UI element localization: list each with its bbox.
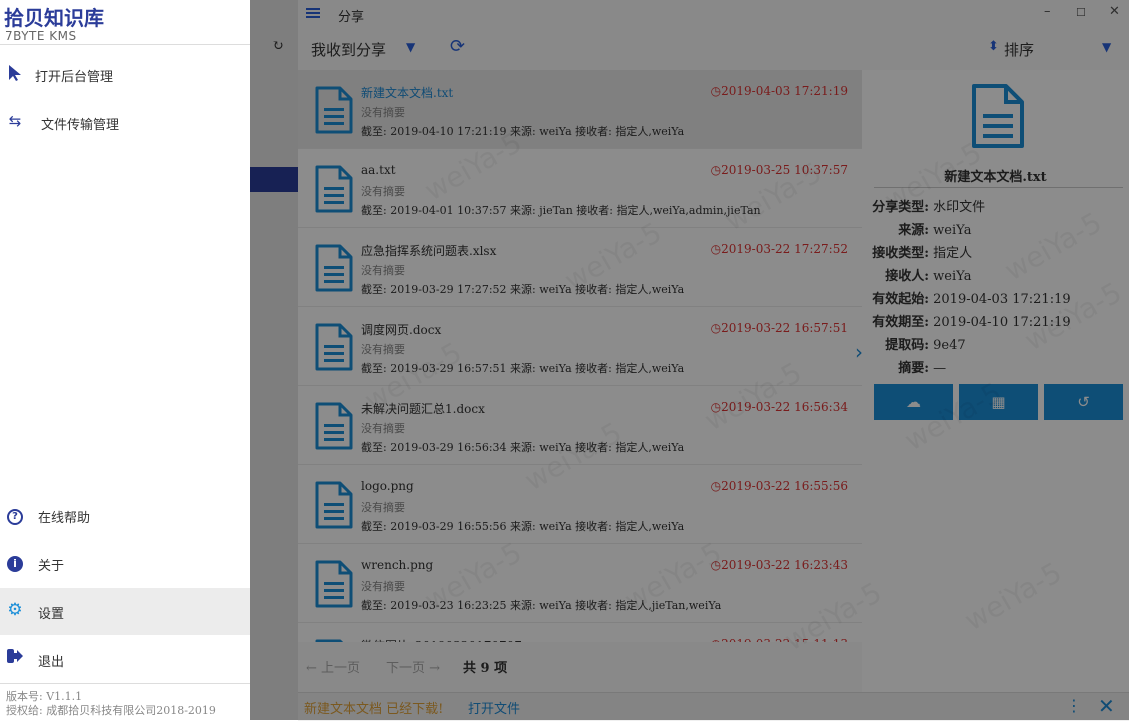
app-window: ↻ 分享 – ☐ ✕ 我收到分享 ▼ ⟳ ⬍ 排序 ▼ 新建文本文档.txt ◷2… [0, 0, 1129, 721]
drawer-item-label: 打开后台管理 [35, 70, 114, 85]
app-subtitle: 7BYTE KMS [5, 29, 77, 43]
drawer-item-about[interactable]: i 关于 [0, 540, 250, 587]
divider [0, 683, 250, 684]
drawer-item-logout[interactable]: 退出 [0, 636, 250, 683]
drawer-item-admin[interactable]: 打开后台管理 [0, 51, 250, 98]
cursor-icon [6, 64, 24, 82]
drawer-item-help[interactable]: ? 在线帮助 [0, 492, 250, 539]
drawer-item-transfer[interactable]: ⇆ 文件传输管理 [0, 99, 250, 146]
transfer-icon: ⇆ [8, 112, 22, 130]
divider [0, 44, 250, 45]
drawer-item-label: 设置 [38, 607, 65, 622]
app-brand: 拾贝知识库 [4, 6, 104, 30]
drawer-item-label: 关于 [38, 559, 65, 574]
drawer-item-label: 在线帮助 [38, 511, 91, 526]
license-text: 授权给: 成都拾贝科技有限公司2018-2019 [6, 704, 216, 717]
help-icon: ? [6, 505, 24, 525]
drawer-item-label: 文件传输管理 [41, 118, 120, 133]
drawer-item-label: 退出 [38, 655, 65, 670]
gear-icon: ⚙ [7, 600, 23, 620]
logout-icon [6, 649, 24, 667]
drawer-backdrop[interactable] [250, 0, 1129, 720]
info-icon: i [6, 553, 24, 572]
side-drawer: 拾贝知识库 7BYTE KMS 打开后台管理 ⇆ 文件传输管理 ? 在线帮助 i… [0, 0, 250, 720]
drawer-item-settings[interactable]: ⚙ 设置 [0, 588, 250, 635]
